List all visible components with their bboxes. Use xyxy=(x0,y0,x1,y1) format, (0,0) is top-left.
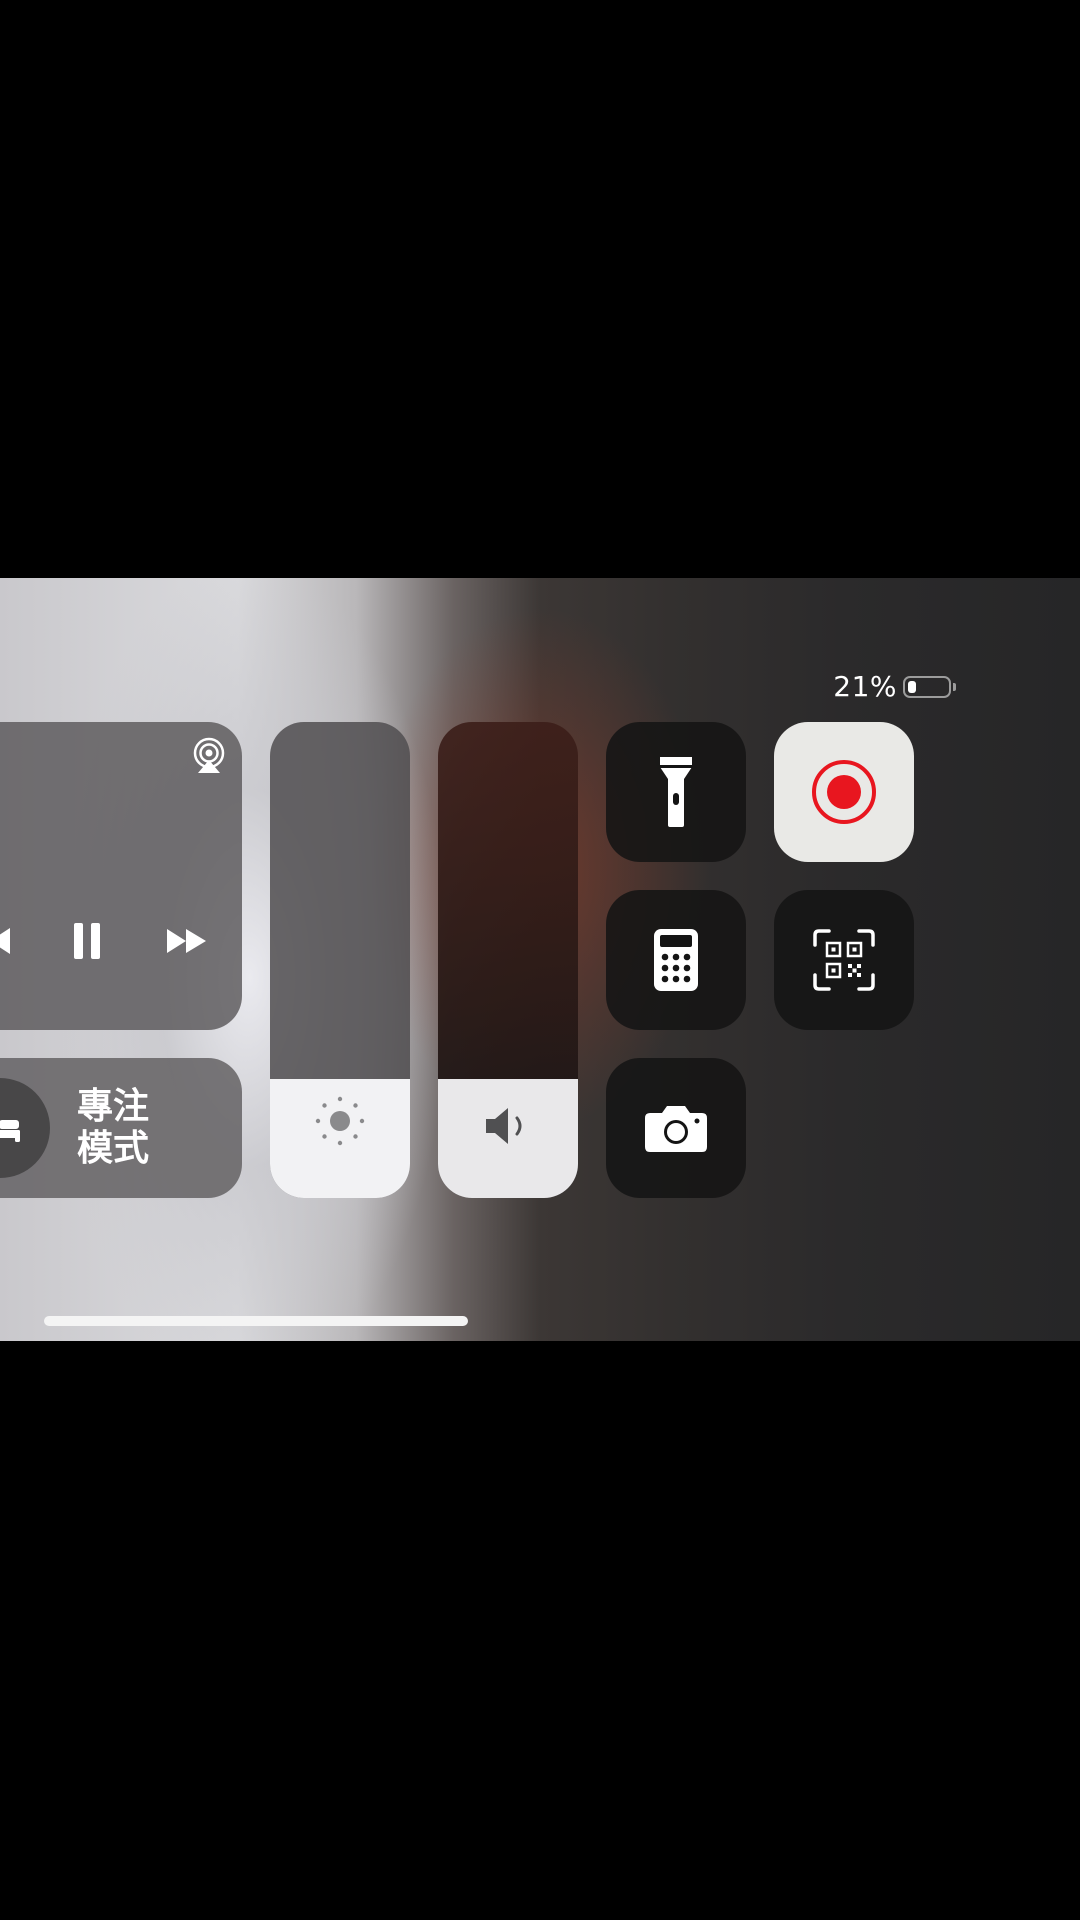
bed-icon xyxy=(0,1078,50,1178)
calculator-button[interactable] xyxy=(606,890,746,1030)
battery-percentage: 21% xyxy=(833,670,897,703)
battery-status: 21% xyxy=(833,670,956,703)
qr-scanner-icon xyxy=(813,929,875,991)
screen-record-button[interactable] xyxy=(774,722,914,862)
pause-icon[interactable] xyxy=(73,922,101,964)
airplay-icon[interactable] xyxy=(190,736,228,778)
qr-scanner-button[interactable] xyxy=(774,890,914,1030)
camera-icon xyxy=(645,1106,707,1152)
backward-icon[interactable] xyxy=(0,926,12,960)
forward-icon[interactable] xyxy=(166,928,208,958)
flashlight-button[interactable] xyxy=(606,722,746,862)
calculator-icon xyxy=(654,929,698,991)
control-center: 21% 專注 模式 xyxy=(0,578,1080,1341)
focus-mode-label: 專注 模式 xyxy=(77,1086,150,1169)
battery-icon xyxy=(903,675,951,698)
screen-record-icon xyxy=(812,760,876,824)
home-indicator[interactable] xyxy=(44,1316,468,1326)
speaker-icon xyxy=(438,1104,578,1148)
camera-button[interactable] xyxy=(606,1058,746,1198)
now-playing-tile[interactable] xyxy=(0,722,242,1030)
volume-slider[interactable] xyxy=(438,722,578,1198)
brightness-slider[interactable] xyxy=(270,722,410,1198)
focus-mode-tile[interactable]: 專注 模式 xyxy=(0,1058,242,1198)
battery-cap xyxy=(953,682,956,691)
flashlight-icon xyxy=(660,757,692,827)
brightness-icon xyxy=(270,1094,410,1148)
